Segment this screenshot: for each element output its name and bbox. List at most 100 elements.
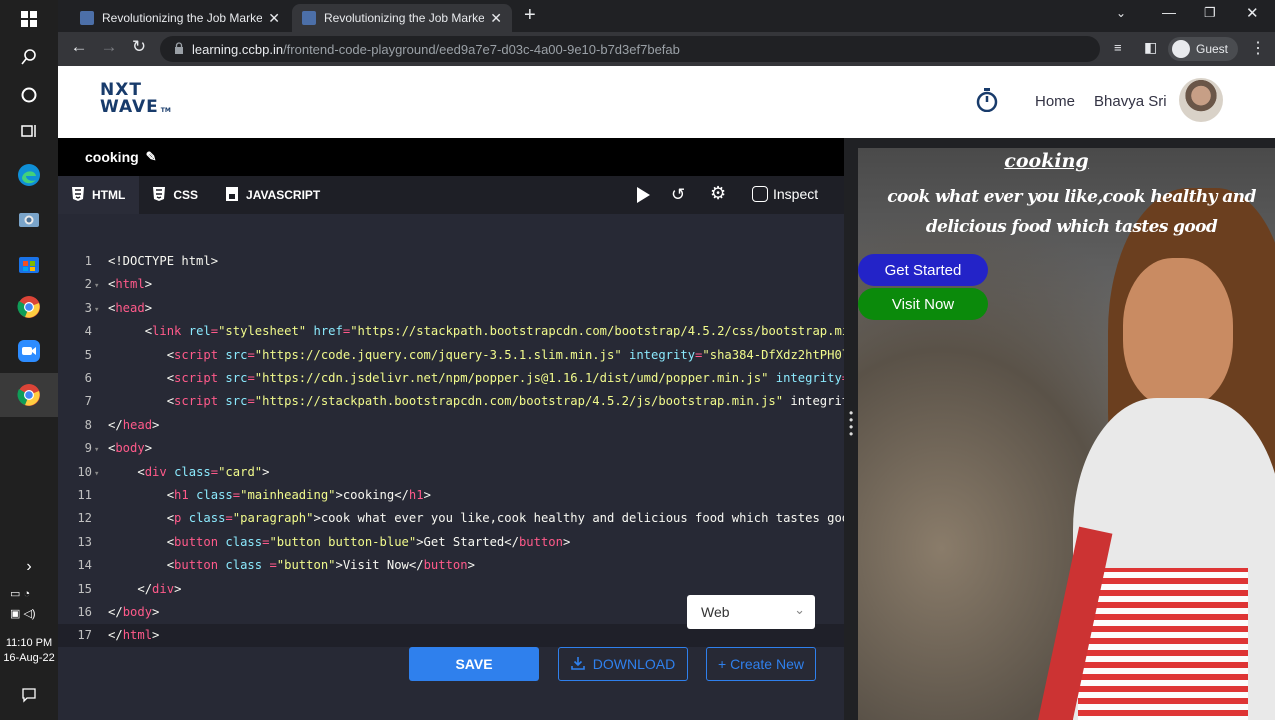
code-line[interactable]: 3 ▾ <head> bbox=[58, 297, 844, 320]
code-line[interactable]: 7 <script src="https://stackpath.bootstr… bbox=[58, 390, 844, 413]
fold-arrow-icon[interactable]: ▾ bbox=[92, 463, 108, 486]
fold-arrow-icon[interactable]: ▾ bbox=[92, 275, 108, 298]
url-host: learning.ccbp.in bbox=[192, 41, 284, 57]
cortana-icon[interactable] bbox=[14, 80, 44, 110]
nxtwave-logo[interactable]: NXT WAVE TM bbox=[100, 82, 171, 119]
code-text: <button class="button button-blue">Get S… bbox=[166, 534, 571, 549]
tab-html[interactable]: HTML bbox=[58, 176, 140, 214]
download-button[interactable]: DOWNLOAD bbox=[558, 647, 688, 681]
browser-tab-2[interactable]: Revolutionizing the Job Market | ✕ bbox=[292, 4, 512, 32]
js-file-icon bbox=[226, 186, 239, 204]
code-line[interactable]: 2 ▾ <html> bbox=[58, 273, 844, 296]
back-icon[interactable]: ← bbox=[64, 37, 94, 57]
reset-icon[interactable]: ↺ bbox=[671, 185, 685, 205]
splitter-handle-icon: • • • • bbox=[849, 406, 854, 441]
close-window-icon[interactable]: ✕ bbox=[1246, 4, 1259, 22]
profile-icon bbox=[1172, 40, 1190, 58]
code-text: <div class="card"> bbox=[137, 464, 270, 479]
line-number: 9 bbox=[84, 441, 92, 456]
close-tab-icon[interactable]: ✕ bbox=[490, 10, 502, 27]
edit-pencil-icon[interactable]: ✎ bbox=[146, 149, 157, 165]
timer-icon[interactable] bbox=[976, 88, 998, 117]
task-view-icon[interactable] bbox=[14, 116, 44, 146]
fold-arrow-icon[interactable]: ▾ bbox=[92, 299, 108, 322]
code-line[interactable]: 8 </head> bbox=[58, 414, 844, 437]
code-line[interactable]: 13 <button class="button button-blue">Ge… bbox=[58, 531, 844, 554]
forward-icon[interactable]: → bbox=[94, 37, 124, 57]
code-text: <link rel="stylesheet" href="https://sta… bbox=[144, 324, 844, 339]
pane-splitter[interactable]: • • • • bbox=[844, 138, 858, 720]
side-panel-icon[interactable]: ◧ bbox=[1144, 39, 1157, 56]
inspect-toggle[interactable]: Inspect bbox=[752, 186, 818, 202]
line-number: 4 bbox=[84, 324, 92, 339]
windows-start-icon[interactable] bbox=[14, 4, 44, 34]
save-button[interactable]: SAVE bbox=[409, 647, 539, 681]
code-line[interactable]: 1 <!DOCTYPE html> bbox=[58, 250, 844, 273]
camera-icon[interactable] bbox=[14, 204, 44, 234]
line-number: 11 bbox=[77, 488, 92, 502]
tab-title: Revolutionizing the Job Market | bbox=[324, 11, 485, 25]
code-line[interactable]: 5 <script src="https://code.jquery.com/j… bbox=[58, 344, 844, 367]
browser-tab-1[interactable]: Revolutionizing the Job Market | ✕ bbox=[70, 4, 290, 32]
browser-tab-strip: Revolutionizing the Job Market | ✕ Revol… bbox=[58, 0, 1275, 32]
preview-visit-now-button[interactable]: Visit Now bbox=[858, 288, 988, 320]
code-text: <h1 class="mainheading">cooking</h1> bbox=[166, 488, 431, 502]
nav-home[interactable]: Home bbox=[1035, 93, 1075, 110]
close-tab-icon[interactable]: ✕ bbox=[268, 10, 280, 27]
code-editor[interactable]: 1 <!DOCTYPE html> 2 ▾ <html> 3 ▾ <head> 4 <link … bbox=[58, 214, 844, 720]
create-new-button[interactable]: + Create New bbox=[706, 647, 816, 681]
code-line[interactable]: 4 <link rel="stylesheet" href="https://s… bbox=[58, 320, 844, 343]
chrome-icon[interactable] bbox=[14, 292, 44, 322]
code-line[interactable]: 12 <p class="paragraph">cook what ever y… bbox=[58, 507, 844, 530]
project-name[interactable]: cooking bbox=[85, 149, 139, 165]
address-bar[interactable]: learning.ccbp.in/frontend-code-playgroun… bbox=[160, 36, 1100, 62]
url-path: /frontend-code-playground/eed9a7e7-d03c-… bbox=[283, 41, 680, 57]
settings-gear-icon[interactable]: ⚙ bbox=[710, 183, 726, 204]
code-line[interactable]: 6 <script src="https://cdn.jsdelivr.net/… bbox=[58, 367, 844, 390]
reading-list-icon[interactable]: ≡ bbox=[1114, 40, 1122, 55]
css-file-icon bbox=[153, 186, 166, 204]
browser-toolbar: ← → ↻ learning.ccbp.in/frontend-code-pla… bbox=[58, 32, 1275, 66]
code-line[interactable]: 14 <button class ="button">Visit Now</bu… bbox=[58, 554, 844, 577]
tab-search-icon[interactable]: ⌄ bbox=[1116, 6, 1126, 20]
preview-get-started-button[interactable]: Get Started bbox=[858, 254, 988, 286]
line-number: 10 bbox=[77, 464, 92, 479]
search-icon[interactable] bbox=[14, 42, 44, 72]
chrome-active-icon[interactable] bbox=[14, 380, 44, 410]
code-text: <body> bbox=[108, 441, 153, 456]
chevron-right-icon[interactable]: › bbox=[14, 552, 44, 582]
line-number: 16 bbox=[77, 605, 92, 619]
user-name[interactable]: Bhavya Sri bbox=[1094, 93, 1167, 110]
line-number: 6 bbox=[84, 371, 92, 385]
tab-javascript[interactable]: JAVASCRIPT bbox=[212, 176, 334, 214]
download-icon bbox=[570, 656, 585, 673]
line-number: 3 bbox=[84, 300, 92, 315]
code-line[interactable]: 11 <h1 class="mainheading">cooking</h1> bbox=[58, 484, 844, 507]
code-text: </html> bbox=[108, 628, 160, 643]
reload-icon[interactable]: ↻ bbox=[124, 37, 154, 57]
inspect-checkbox[interactable] bbox=[752, 186, 768, 202]
store-icon[interactable] bbox=[14, 248, 44, 278]
minimize-icon[interactable]: — bbox=[1162, 4, 1176, 20]
run-icon[interactable] bbox=[636, 187, 650, 208]
edge-icon[interactable] bbox=[14, 160, 44, 190]
code-line[interactable]: 10 ▾ <div class="card"> bbox=[58, 461, 844, 484]
zoom-icon[interactable] bbox=[14, 336, 44, 366]
profile-button[interactable]: Guest bbox=[1168, 37, 1239, 61]
code-text: <!DOCTYPE html> bbox=[108, 254, 219, 268]
battery-wifi-icon[interactable]: ▭ ◔ bbox=[10, 584, 36, 604]
code-text: <script src="https://stackpath.bootstrap… bbox=[166, 394, 844, 409]
preview-pane: cooking cook what ever you like,cook hea… bbox=[858, 148, 1275, 720]
avatar[interactable] bbox=[1179, 78, 1223, 122]
new-tab-button[interactable]: + bbox=[524, 4, 536, 27]
notification-icon[interactable] bbox=[14, 680, 44, 710]
restore-icon[interactable]: ❐ bbox=[1204, 5, 1216, 21]
tab-css[interactable]: CSS bbox=[139, 176, 212, 214]
more-menu-icon[interactable]: ⋮ bbox=[1250, 38, 1266, 58]
code-line[interactable]: 9 ▾ <body> bbox=[58, 437, 844, 460]
clock[interactable]: 11:10 PM 16-Aug-22 bbox=[0, 636, 58, 666]
profile-label: Guest bbox=[1196, 42, 1229, 56]
fold-arrow-icon[interactable]: ▾ bbox=[92, 439, 108, 462]
mode-select[interactable]: Web ⌄ bbox=[687, 595, 815, 629]
volume-icon[interactable]: ▣ ◁) bbox=[10, 604, 36, 624]
